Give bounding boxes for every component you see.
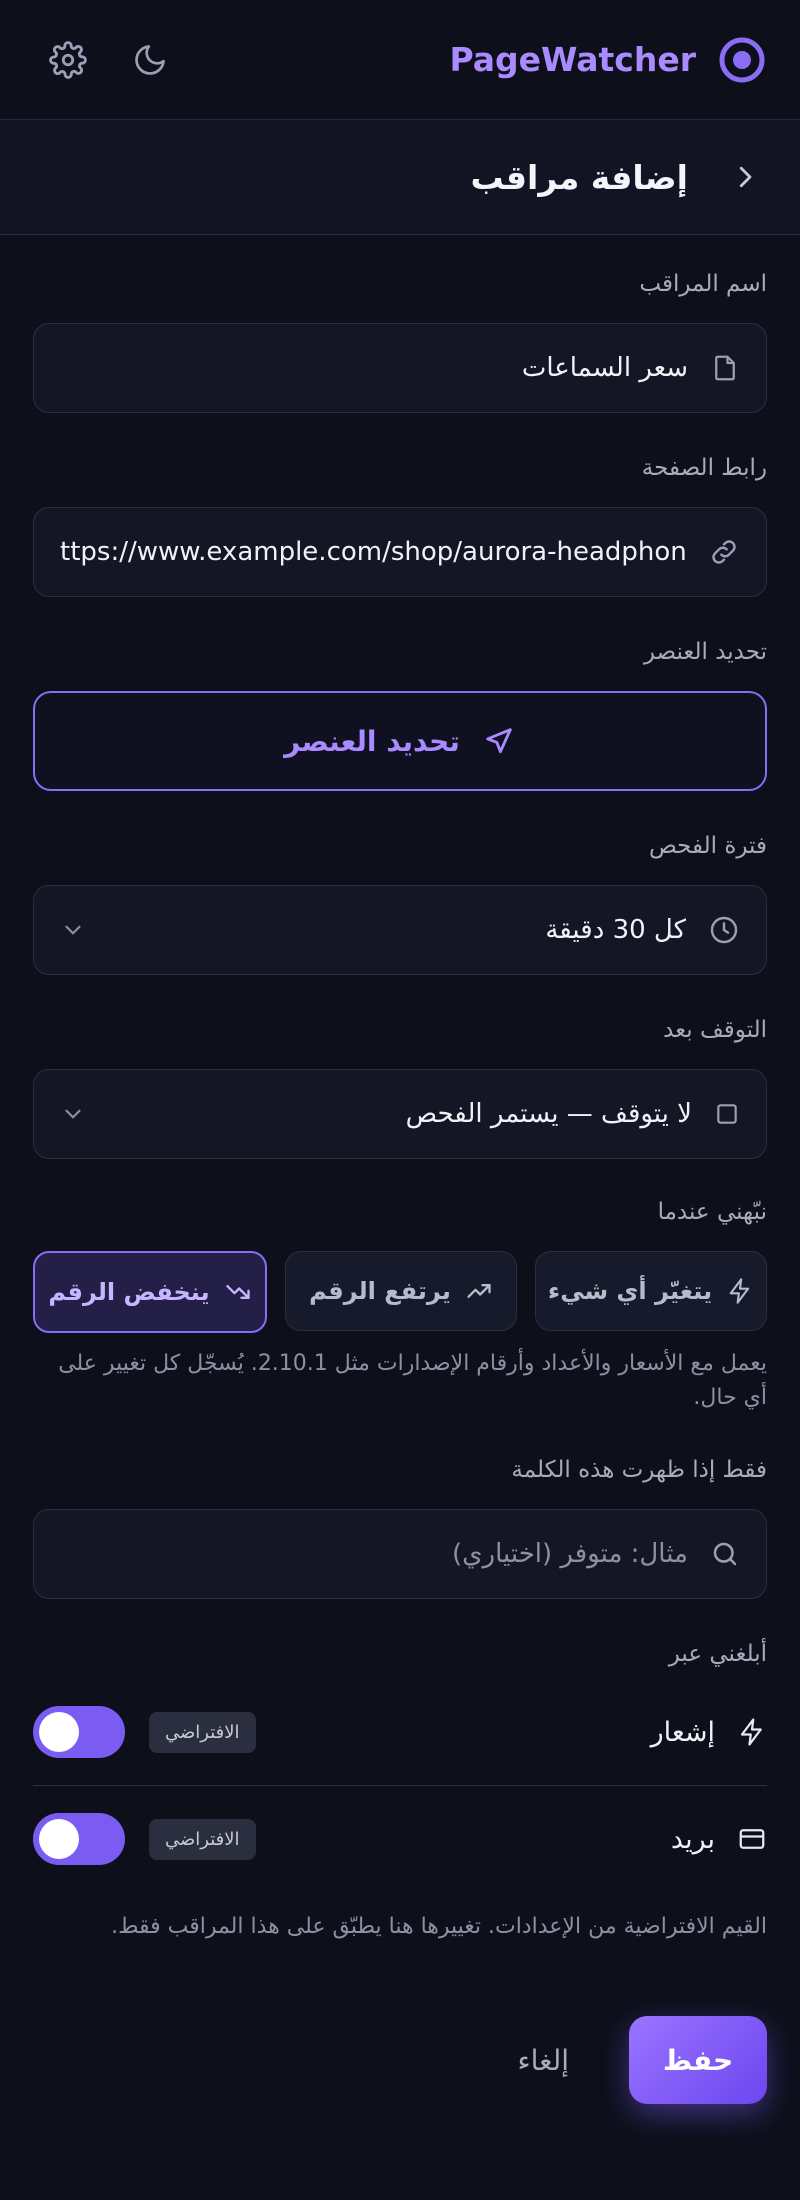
pick-element-button[interactable]: تحديد العنصر bbox=[33, 691, 767, 791]
search-icon bbox=[710, 1539, 740, 1569]
alert-option-number-down[interactable]: ينخفض الرقم bbox=[33, 1251, 267, 1333]
notify-channel-push: إشعار الافتراضي bbox=[33, 1679, 767, 1785]
form-actions: حفظ إلغاء bbox=[33, 2016, 767, 2104]
cursor-pointer-icon bbox=[482, 724, 516, 758]
default-badge: الافتراضي bbox=[149, 1711, 256, 1753]
notify-channels: إشعار الافتراضي بريد الافتراضي bbox=[33, 1679, 767, 1892]
url-field-group: رابط الصفحة ttps://www.example.com/shop/… bbox=[33, 451, 767, 597]
alert-help-text: يعمل مع الأسعار والأعداد وأرقام الإصدارا… bbox=[58, 1351, 767, 1410]
pick-element-label: تحديد العنصر bbox=[284, 724, 460, 758]
alert-option-label: ينخفض الرقم bbox=[48, 1278, 210, 1306]
alert-option-label: يتغيّر أي شيء bbox=[547, 1277, 713, 1305]
name-input[interactable]: سعر السماعات bbox=[33, 323, 767, 413]
brand: PageWatcher bbox=[449, 36, 766, 84]
url-label: رابط الصفحة bbox=[641, 455, 767, 481]
notify-field-group: أبلغني عبر إشعار الافتراضي بريد الافتراض… bbox=[33, 1637, 767, 1944]
default-badge: الافتراضي bbox=[149, 1818, 256, 1860]
name-label: اسم المراقب bbox=[639, 271, 767, 297]
name-value: سعر السماعات bbox=[521, 353, 688, 383]
element-label: تحديد العنصر bbox=[643, 639, 767, 665]
name-field-group: اسم المراقب سعر السماعات bbox=[33, 267, 767, 413]
chevron-down-icon bbox=[60, 917, 86, 943]
square-icon bbox=[714, 1101, 740, 1127]
stop-select[interactable]: لا يتوقف — يستمر الفحص bbox=[33, 1069, 767, 1159]
toggle-knob bbox=[39, 1712, 79, 1752]
interval-value: كل 30 دقيقة bbox=[545, 915, 686, 945]
interval-select[interactable]: كل 30 دقيقة bbox=[33, 885, 767, 975]
cancel-button[interactable]: إلغاء bbox=[517, 2044, 569, 2077]
moon-icon[interactable] bbox=[128, 38, 172, 82]
element-field-group: تحديد العنصر تحديد العنصر bbox=[33, 635, 767, 791]
stop-field-group: التوقف بعد لا يتوقف — يستمر الفحص bbox=[33, 1013, 767, 1159]
stop-value: لا يتوقف — يستمر الفحص bbox=[405, 1099, 692, 1129]
notify-help-text: القيم الافتراضية من الإعدادات. تغييرها ه… bbox=[111, 1914, 767, 1939]
stop-label: التوقف بعد bbox=[663, 1017, 767, 1043]
toggle-knob bbox=[39, 1819, 79, 1859]
watcher-form: اسم المراقب سعر السماعات رابط الصفحة ttp… bbox=[0, 267, 800, 2104]
trending-up-icon bbox=[465, 1277, 493, 1305]
channel-controls: الافتراضي bbox=[33, 1706, 256, 1758]
email-toggle[interactable] bbox=[33, 1813, 125, 1865]
app-header: PageWatcher bbox=[0, 0, 800, 120]
page-subheader: إضافة مراقب bbox=[0, 120, 800, 235]
alert-option-any-change[interactable]: يتغيّر أي شيء bbox=[535, 1251, 767, 1331]
back-chevron-icon[interactable] bbox=[730, 162, 760, 192]
trending-down-icon bbox=[224, 1278, 252, 1306]
app-name: PageWatcher bbox=[449, 40, 696, 79]
channel-name: بريد bbox=[670, 1823, 715, 1855]
chevron-down-icon bbox=[60, 1101, 86, 1127]
alert-options: يتغيّر أي شيء يرتفع الرقم ينخفض الرقم bbox=[33, 1251, 767, 1333]
push-toggle[interactable] bbox=[33, 1706, 125, 1758]
url-input[interactable]: ttps://www.example.com/shop/aurora-headp… bbox=[33, 507, 767, 597]
alert-option-number-up[interactable]: يرتفع الرقم bbox=[285, 1251, 517, 1331]
lightning-icon bbox=[726, 1277, 754, 1305]
notify-label: أبلغني عبر bbox=[668, 1641, 767, 1667]
settings-icon[interactable] bbox=[46, 38, 90, 82]
interval-label: فترة الفحص bbox=[648, 833, 767, 859]
header-actions bbox=[46, 38, 172, 82]
card-icon bbox=[737, 1824, 767, 1854]
channel-name: إشعار bbox=[650, 1716, 715, 1748]
clock-icon bbox=[708, 914, 740, 946]
save-button[interactable]: حفظ bbox=[629, 2016, 767, 2104]
document-icon bbox=[710, 353, 740, 383]
lightning-icon bbox=[737, 1717, 767, 1747]
alert-label: نبّهني عندما bbox=[657, 1199, 767, 1225]
page-title: إضافة مراقب bbox=[470, 157, 688, 197]
alert-option-label: يرتفع الرقم bbox=[309, 1277, 451, 1305]
keyword-label: فقط إذا ظهرت هذه الكلمة bbox=[511, 1457, 767, 1483]
url-value: ttps://www.example.com/shop/aurora-headp… bbox=[60, 537, 686, 567]
channel-controls: الافتراضي bbox=[33, 1813, 256, 1865]
app: PageWatcher إضافة مراقب اسم المراقب سعر … bbox=[0, 0, 800, 2200]
keyword-input[interactable]: مثال: متوفر (اختياري) bbox=[33, 1509, 767, 1599]
interval-field-group: فترة الفحص كل 30 دقيقة bbox=[33, 829, 767, 975]
notify-channel-email: بريد الافتراضي bbox=[33, 1786, 767, 1892]
logo-icon bbox=[718, 36, 766, 84]
link-icon bbox=[708, 536, 740, 568]
alert-field-group: نبّهني عندما يتغيّر أي شيء يرتفع الرقم ي… bbox=[33, 1195, 767, 1415]
keyword-placeholder: مثال: متوفر (اختياري) bbox=[452, 1539, 688, 1569]
keyword-field-group: فقط إذا ظهرت هذه الكلمة مثال: متوفر (اخت… bbox=[33, 1453, 767, 1599]
